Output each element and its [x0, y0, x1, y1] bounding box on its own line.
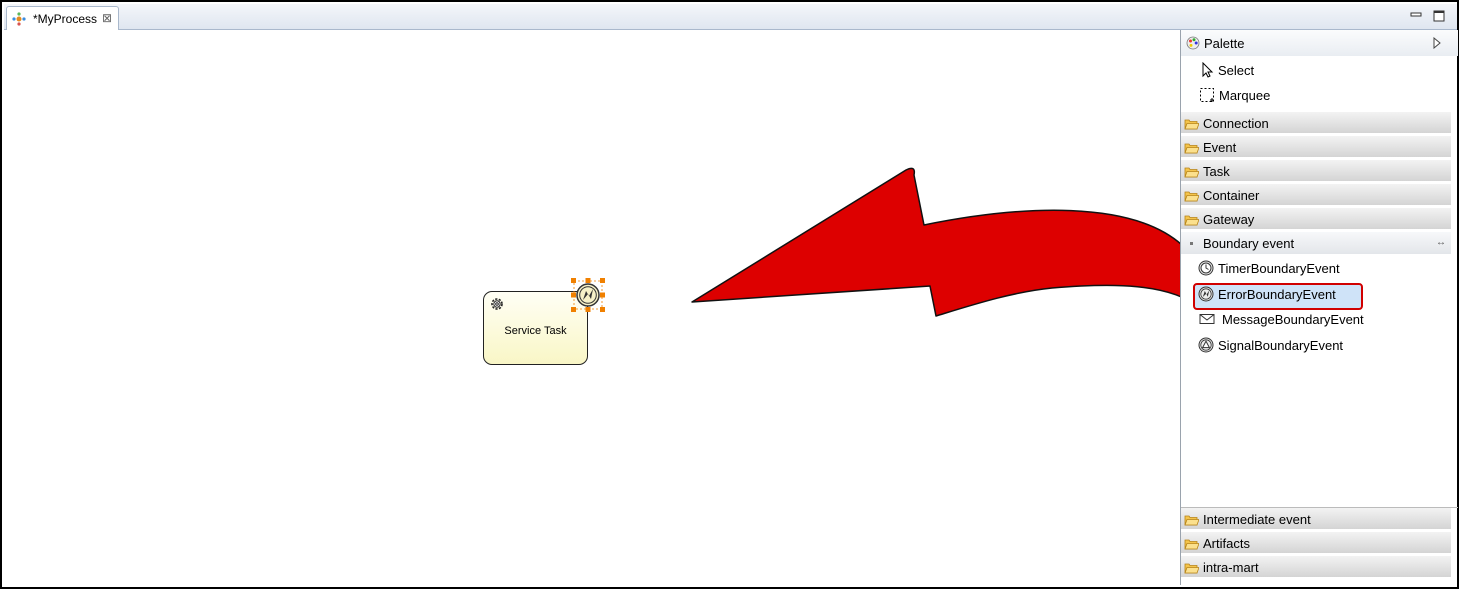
tool-label: SignalBoundaryEvent: [1218, 338, 1344, 353]
drawer-intermediate-event[interactable]: Intermediate event: [1181, 508, 1451, 530]
palette-icon: [1186, 36, 1200, 50]
annotation-arrow: [691, 167, 1202, 317]
minimize-icon[interactable]: [1408, 8, 1424, 22]
expanded-indicator-icon: [1190, 242, 1193, 245]
task-label: Service Task: [504, 325, 567, 337]
drawer-label: Connection: [1203, 116, 1269, 131]
tool-select[interactable]: Select: [1181, 58, 1458, 82]
folder-icon: [1184, 167, 1199, 178]
tool-error-boundary-event[interactable]: ErrorBoundaryEvent: [1181, 282, 1458, 306]
tool-label: TimerBoundaryEvent: [1218, 261, 1340, 276]
error-boundary-event-node[interactable]: [571, 278, 605, 312]
marquee-icon: [1200, 88, 1214, 102]
drawer-intra-mart[interactable]: intra-mart: [1181, 556, 1451, 578]
drawer-label: Container: [1203, 188, 1260, 203]
signal-boundary-icon: [1198, 337, 1214, 353]
process-icon: [12, 12, 26, 26]
maximize-icon[interactable]: [1431, 8, 1447, 24]
drawer-task[interactable]: Task: [1181, 160, 1451, 182]
drawer-label: Gateway: [1203, 212, 1255, 227]
tab-myprocess[interactable]: *MyProcess ⊠: [6, 6, 119, 30]
drawer-label: Task: [1203, 164, 1230, 179]
folder-icon: [1184, 143, 1199, 154]
error-boundary-icon: [1198, 286, 1214, 302]
tool-label: ErrorBoundaryEvent: [1218, 287, 1336, 302]
drawer-container[interactable]: Container: [1181, 184, 1451, 206]
editor-tab-bar: *MyProcess ⊠: [4, 4, 1457, 30]
folder-icon: [1184, 539, 1199, 550]
pointer-icon: [1202, 62, 1214, 78]
collapse-palette-icon[interactable]: [1432, 37, 1442, 49]
folder-icon: [1184, 563, 1199, 574]
drawer-connection[interactable]: Connection: [1181, 112, 1451, 134]
drawer-label: Intermediate event: [1203, 512, 1311, 527]
gear-icon: [491, 298, 503, 310]
folder-icon: [1184, 515, 1199, 526]
palette-title: Palette: [1204, 36, 1245, 51]
drawer-label: Boundary event: [1203, 236, 1295, 251]
tool-timer-boundary-event[interactable]: TimerBoundaryEvent: [1181, 256, 1458, 280]
drawer-label: Artifacts: [1203, 536, 1250, 551]
folder-icon: [1184, 215, 1199, 226]
diagram-canvas[interactable]: Service Task: [4, 30, 1202, 585]
tool-marquee-label: Marquee: [1219, 88, 1271, 103]
tool-message-boundary-event[interactable]: MessageBoundaryEvent: [1181, 307, 1458, 331]
folder-icon: [1184, 191, 1199, 202]
tool-select-label: Select: [1218, 63, 1255, 78]
palette-header: Palette: [1181, 30, 1458, 56]
tool-marquee[interactable]: Marquee: [1181, 83, 1458, 107]
drawer-label: intra-mart: [1203, 560, 1259, 575]
drawer-label: Event: [1203, 140, 1237, 155]
drawer-artifacts[interactable]: Artifacts: [1181, 532, 1451, 554]
palette-panel: Palette Select Marquee Connection Event …: [1180, 30, 1458, 585]
tab-title: *MyProcess: [33, 12, 98, 26]
folder-icon: [1184, 119, 1199, 130]
tool-signal-boundary-event[interactable]: SignalBoundaryEvent: [1181, 333, 1458, 357]
close-icon[interactable]: ⊠: [102, 11, 112, 25]
timer-boundary-icon: [1198, 260, 1214, 276]
tool-label: MessageBoundaryEvent: [1222, 312, 1364, 327]
drawer-boundary-event[interactable]: Boundary event ↔: [1181, 232, 1451, 254]
drawer-gateway[interactable]: Gateway: [1181, 208, 1451, 230]
resize-icon[interactable]: ↔: [1436, 237, 1446, 248]
window-frame: *MyProcess ⊠ Service Task Palette Select…: [0, 0, 1459, 589]
message-boundary-icon: [1199, 314, 1215, 324]
drawer-event[interactable]: Event: [1181, 136, 1451, 158]
